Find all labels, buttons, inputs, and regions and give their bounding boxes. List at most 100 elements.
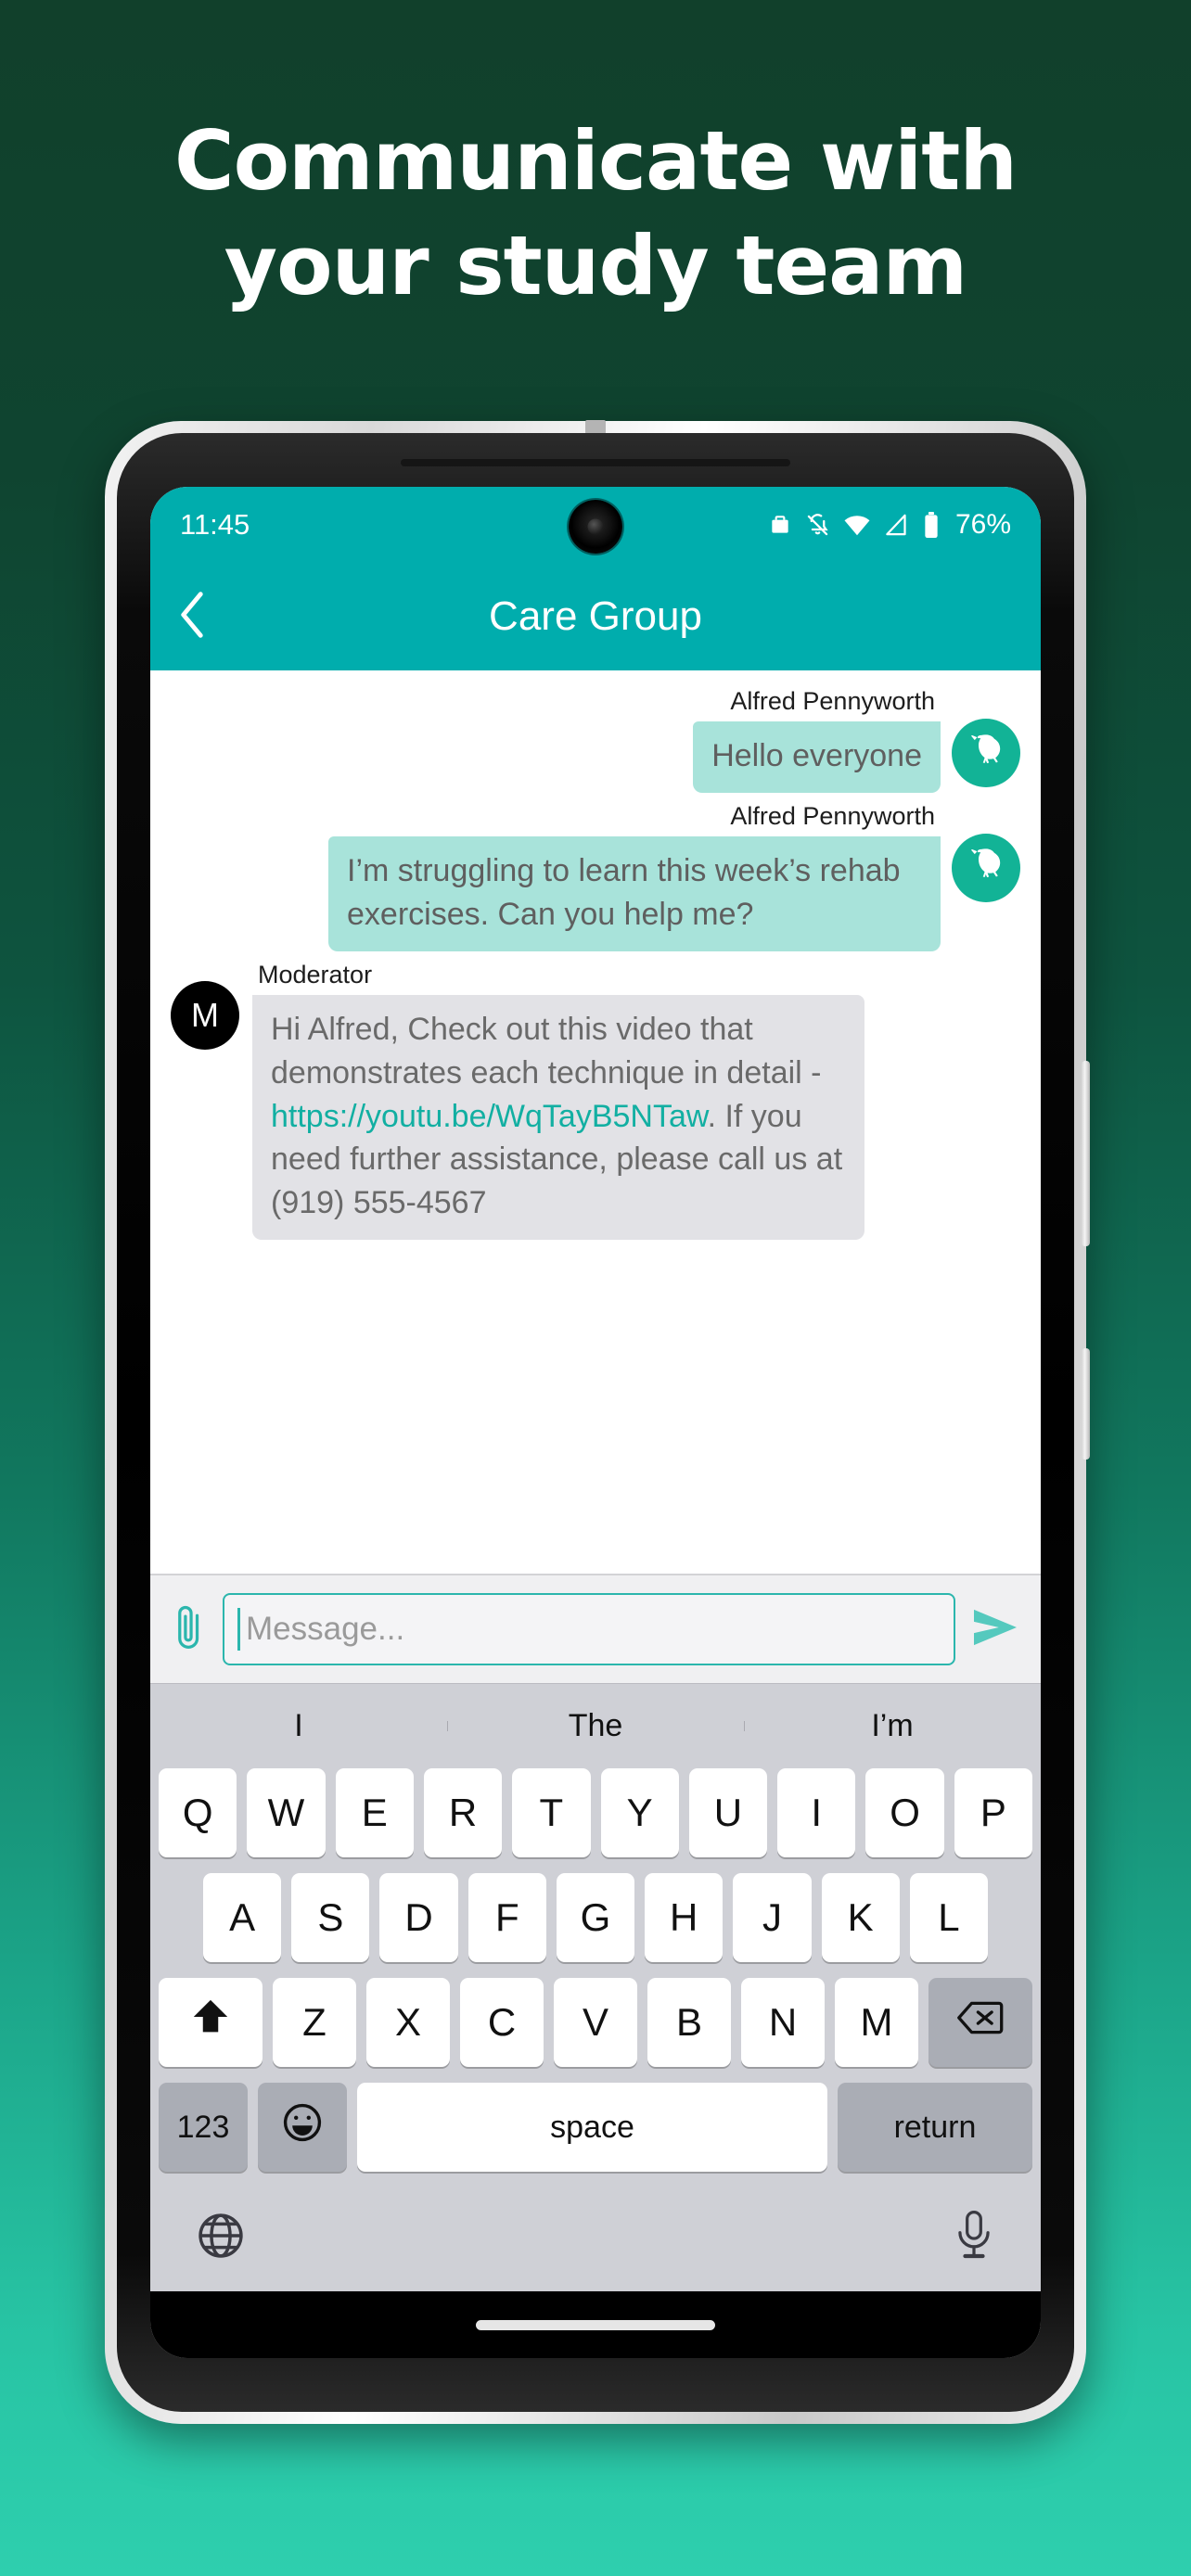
volume-button[interactable] xyxy=(1082,1061,1090,1246)
message-input[interactable]: Message... xyxy=(223,1593,955,1665)
shift-arrow-icon xyxy=(189,1996,232,2048)
text-cursor xyxy=(237,1608,240,1651)
status-bar: 11:45 76% xyxy=(150,487,1041,563)
backspace-key[interactable] xyxy=(928,1978,1032,2067)
key-q[interactable]: Q xyxy=(159,1768,237,1857)
key-y[interactable]: Y xyxy=(600,1768,679,1857)
phone-mockup: 11:45 76% Care Group Alfred Pennyworth H… xyxy=(105,420,1090,2424)
power-button[interactable] xyxy=(1082,1348,1090,1460)
avatar-initial: M xyxy=(191,995,219,1034)
key-s[interactable]: S xyxy=(291,1873,370,1962)
chevron-left-icon xyxy=(178,591,206,644)
app-title: Care Group xyxy=(489,593,702,639)
key-x[interactable]: X xyxy=(366,1978,450,2067)
key-n[interactable]: N xyxy=(741,1978,825,2067)
key-r[interactable]: R xyxy=(423,1768,503,1857)
phone-bezel: 11:45 76% Care Group Alfred Pennyworth H… xyxy=(117,433,1074,2412)
suggestion-1[interactable]: The xyxy=(447,1708,744,1744)
keyboard-row-3: Z X C V B N M xyxy=(150,1978,1041,2067)
keyboard-row-2: A S D F G H J K L xyxy=(150,1873,1041,1962)
key-a[interactable]: A xyxy=(203,1873,282,1962)
microphone-icon[interactable] xyxy=(952,2210,996,2266)
message-sender: Alfred Pennyworth xyxy=(730,801,935,830)
return-key[interactable]: return xyxy=(838,2083,1032,2172)
wifi-icon xyxy=(843,513,871,537)
key-m[interactable]: M xyxy=(835,1978,918,2067)
home-indicator[interactable] xyxy=(476,2319,715,2330)
backspace-icon xyxy=(956,1998,1005,2047)
status-time: 11:45 xyxy=(180,508,250,541)
keyboard-row-1: Q W E R T Y U I O P xyxy=(150,1768,1041,1857)
key-d[interactable]: D xyxy=(379,1873,458,1962)
camera-punch-hole xyxy=(569,500,622,554)
briefcase-icon xyxy=(768,512,792,538)
earpiece-speaker xyxy=(401,459,790,466)
emoji-smiley-icon xyxy=(280,2100,325,2154)
key-i[interactable]: I xyxy=(777,1768,856,1857)
key-w[interactable]: W xyxy=(247,1768,326,1857)
message-sender: Moderator xyxy=(258,960,373,988)
key-l[interactable]: L xyxy=(909,1873,988,1962)
space-key[interactable]: space xyxy=(357,2083,827,2172)
key-e[interactable]: E xyxy=(335,1768,414,1857)
message-bubble[interactable]: I’m struggling to learn this week’s reha… xyxy=(328,835,941,951)
key-z[interactable]: Z xyxy=(273,1978,356,2067)
bird-avatar-icon xyxy=(967,845,1005,890)
signal-icon xyxy=(884,513,909,537)
numbers-key[interactable]: 123 xyxy=(159,2083,248,2172)
key-b[interactable]: B xyxy=(647,1978,731,2067)
page-title-line-2: your study team xyxy=(224,217,967,313)
keyboard-row-4: 123 space return xyxy=(150,2083,1041,2172)
message-text-before: Hi Alfred, Check out this video that dem… xyxy=(271,1011,822,1090)
message-bubble[interactable]: Hi Alfred, Check out this video that dem… xyxy=(252,994,864,1241)
message-block: Alfred Pennyworth Hello everyone xyxy=(693,687,941,793)
battery-percent: 76% xyxy=(954,509,1011,540)
key-j[interactable]: J xyxy=(733,1873,812,1962)
key-t[interactable]: T xyxy=(512,1768,591,1857)
send-arrow-icon[interactable] xyxy=(970,1606,1020,1653)
chat-message-outgoing: Alfred Pennyworth Hello everyone xyxy=(171,687,1020,793)
key-f[interactable]: F xyxy=(467,1873,546,1962)
page-title-line-1: Communicate with xyxy=(174,113,1018,209)
page-title: Communicate with your study team xyxy=(0,109,1191,318)
paperclip-icon[interactable] xyxy=(171,1600,208,1659)
chat-thread: Alfred Pennyworth Hello everyone Alfred … xyxy=(150,670,1041,1574)
avatar[interactable] xyxy=(952,719,1020,787)
message-block: Alfred Pennyworth I’m struggling to lear… xyxy=(328,802,941,951)
suggestion-row: I The I’m xyxy=(150,1683,1041,1768)
status-icons: 76% xyxy=(768,509,1011,541)
back-button[interactable] xyxy=(178,591,221,643)
key-g[interactable]: G xyxy=(556,1873,635,1962)
home-indicator-area xyxy=(150,2291,1041,2358)
phone-screen: 11:45 76% Care Group Alfred Pennyworth H… xyxy=(150,487,1041,2358)
chat-message-outgoing: Alfred Pennyworth I’m struggling to lear… xyxy=(171,802,1020,951)
keyboard-bottom-bar xyxy=(150,2187,1041,2288)
frame-seam xyxy=(585,420,606,434)
bird-avatar-icon xyxy=(967,731,1005,776)
message-bubble[interactable]: Hello everyone xyxy=(693,721,941,793)
avatar[interactable]: M xyxy=(171,980,239,1050)
suggestion-2[interactable]: I’m xyxy=(744,1708,1041,1744)
message-sender: Alfred Pennyworth xyxy=(730,687,935,715)
key-o[interactable]: O xyxy=(865,1768,944,1857)
suggestion-0[interactable]: I xyxy=(150,1708,447,1744)
message-input-bar: Message... xyxy=(150,1574,1041,1683)
key-u[interactable]: U xyxy=(688,1768,768,1857)
battery-icon xyxy=(922,511,941,539)
key-c[interactable]: C xyxy=(460,1978,544,2067)
avatar[interactable] xyxy=(952,833,1020,902)
message-link[interactable]: https://youtu.be/WqTayB5NTaw xyxy=(271,1099,708,1134)
key-v[interactable]: V xyxy=(554,1978,637,2067)
key-p[interactable]: P xyxy=(954,1768,1032,1857)
message-block: Moderator Hi Alfred, Check out this vide… xyxy=(252,961,864,1241)
on-screen-keyboard: I The I’m Q W E R T Y U I O P A S D F G … xyxy=(150,1683,1041,2291)
key-k[interactable]: K xyxy=(821,1873,900,1962)
app-header: Care Group xyxy=(150,563,1041,670)
globe-icon[interactable] xyxy=(195,2210,247,2266)
phone-frame: 11:45 76% Care Group Alfred Pennyworth H… xyxy=(105,420,1090,2424)
shift-key[interactable] xyxy=(159,1978,263,2067)
key-h[interactable]: H xyxy=(645,1873,724,1962)
chat-message-incoming: M Moderator Hi Alfred, Check out this vi… xyxy=(171,961,1020,1241)
emoji-key[interactable] xyxy=(258,2083,347,2172)
bell-off-icon xyxy=(805,512,830,539)
